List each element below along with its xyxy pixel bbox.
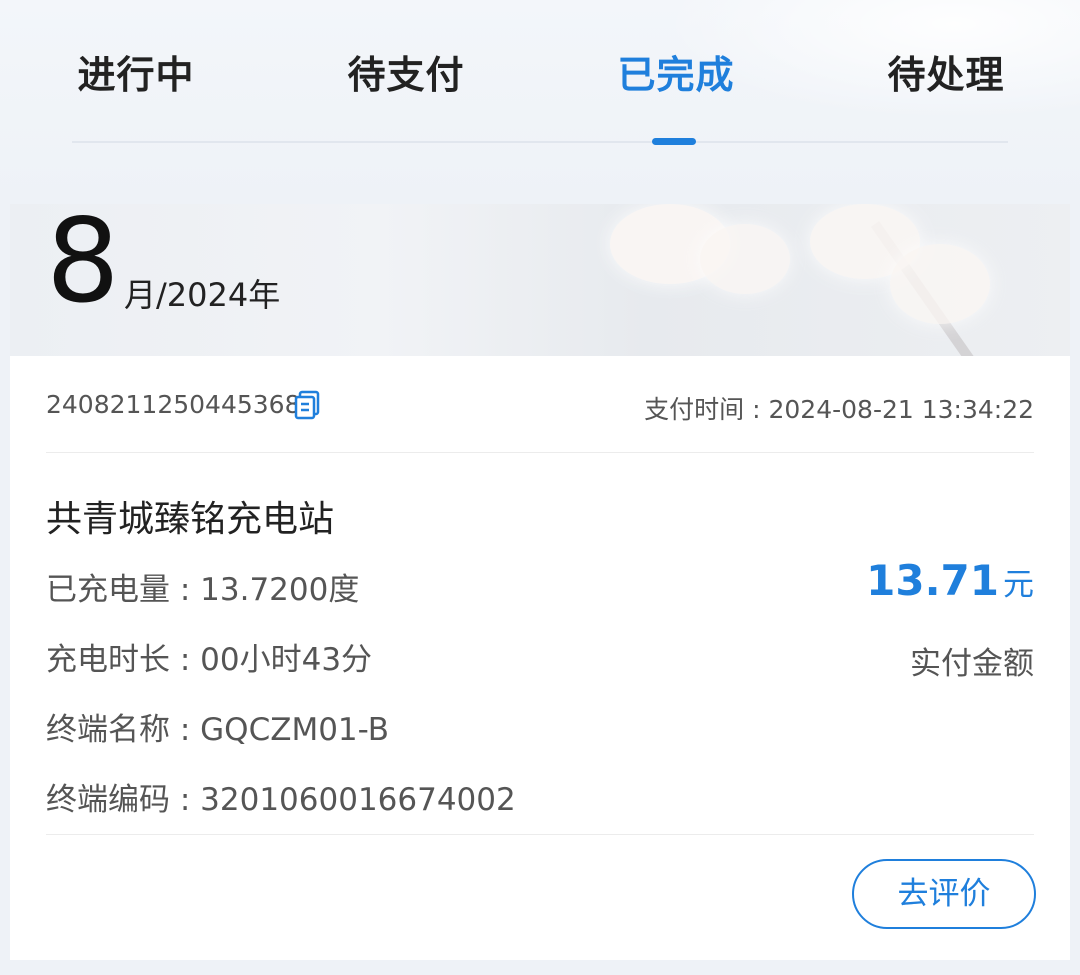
amount-unit: 元	[1003, 567, 1034, 603]
payment-time: 支付时间 : 2024-08-21 13:34:22	[644, 390, 1034, 426]
amount-value: 13.71	[866, 556, 999, 605]
tab-completed[interactable]: 已完成	[566, 44, 786, 99]
tab-pending-payment[interactable]: 待支付	[296, 44, 516, 99]
divider	[46, 834, 1034, 835]
active-tab-indicator	[652, 138, 696, 145]
tab-in-progress[interactable]: 进行中	[26, 44, 246, 99]
copy-icon[interactable]	[294, 390, 322, 420]
detail-value: GQCZM01-B	[200, 712, 390, 748]
detail-key: 已充电量 :	[46, 572, 201, 608]
paid-amount: 13.71 元	[866, 556, 1034, 605]
month-banner: 8 月/2024年	[10, 204, 1070, 356]
divider	[46, 452, 1034, 453]
order-number: 2408211250445368	[46, 390, 301, 419]
order-card[interactable]: 2408211250445368 支付时间 : 2024-08-21 13:34…	[10, 356, 1070, 960]
status-tabs: 进行中 待支付 已完成 待处理	[0, 30, 1080, 110]
month-year-label: 月/2024年	[124, 276, 281, 314]
station-name: 共青城臻铭充电站	[46, 499, 335, 540]
detail-key: 终端名称 :	[46, 712, 201, 748]
detail-key: 充电时长 :	[46, 642, 201, 678]
detail-value: 00小时43分	[200, 642, 373, 678]
tab-divider	[72, 141, 1008, 143]
month-number: 8	[46, 204, 120, 329]
review-button[interactable]: 去评价	[852, 859, 1036, 929]
blossom-decoration	[890, 244, 990, 324]
charged-energy-row: 已充电量 : 13.7200度	[46, 564, 359, 609]
terminal-name-row: 终端名称 : GQCZM01-B	[46, 704, 389, 749]
detail-value: 3201060016674002	[200, 782, 516, 818]
detail-key: 终端编码 :	[46, 782, 201, 818]
tab-pending-processing[interactable]: 待处理	[836, 44, 1056, 99]
payment-time-label: 支付时间	[644, 395, 745, 424]
charging-duration-row: 充电时长 : 00小时43分	[46, 634, 372, 679]
terminal-code-row: 终端编码 : 3201060016674002	[46, 774, 516, 819]
payment-time-value: 2024-08-21 13:34:22	[768, 395, 1034, 424]
detail-value: 13.7200度	[200, 572, 360, 608]
blossom-decoration	[700, 224, 790, 294]
payment-time-separator: :	[744, 395, 769, 424]
paid-amount-label: 实付金额	[910, 646, 1034, 682]
